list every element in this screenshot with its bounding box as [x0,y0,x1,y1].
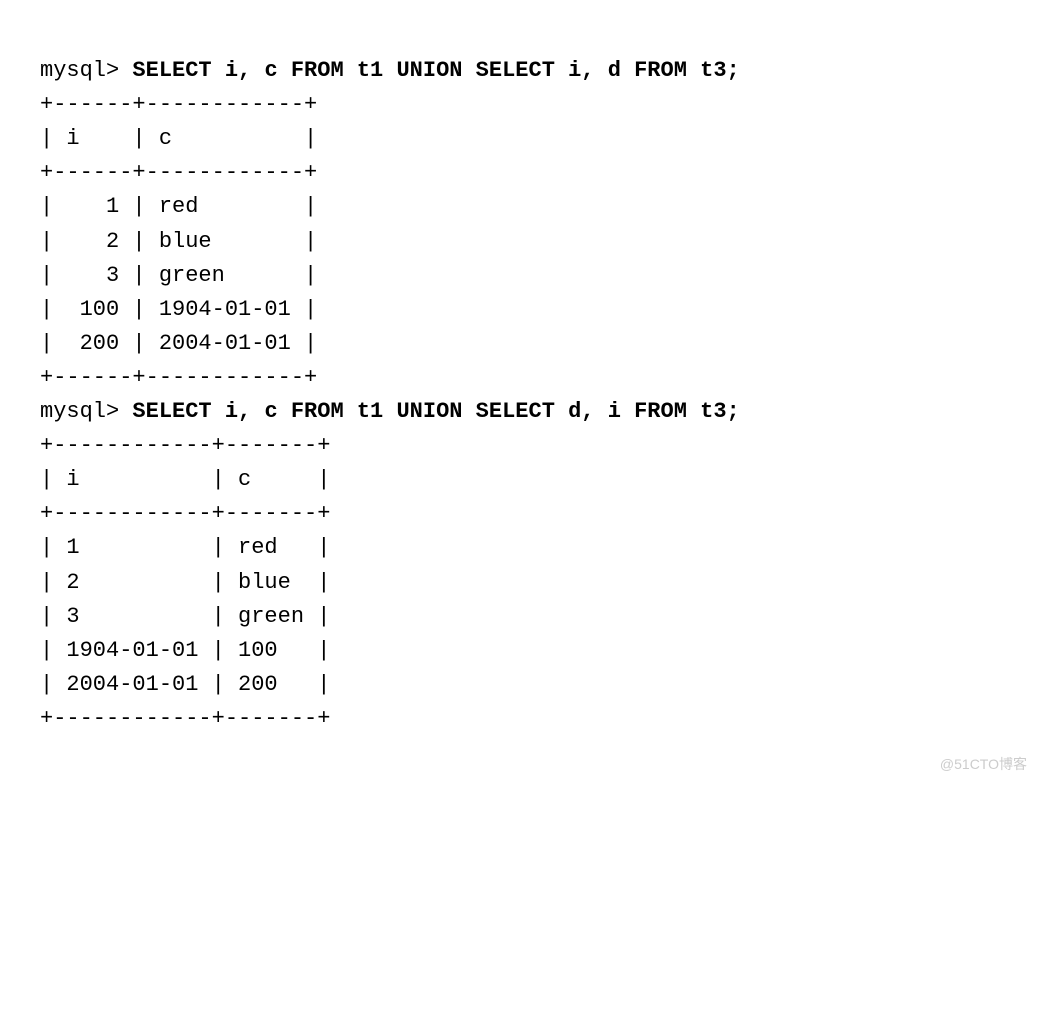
table1-row-2: | 3 | green | [40,263,317,288]
table1-border-bot: +------+------------+ [40,365,317,390]
table2-row-3: | 1904-01-01 | 100 | [40,638,330,663]
prompt-1: mysql> [40,58,132,83]
table2-border-bot: +------------+-------+ [40,706,330,731]
table2-header: | i | c | [40,467,330,492]
table1-header: | i | c | [40,126,317,151]
table1-border-mid: +------+------------+ [40,160,317,185]
table2-row-1: | 2 | blue | [40,570,330,595]
table2-row-4: | 2004-01-01 | 200 | [40,672,330,697]
table1-row-0: | 1 | red | [40,194,317,219]
table1-row-3: | 100 | 1904-01-01 | [40,297,317,322]
table2-row-2: | 3 | green | [40,604,330,629]
table2-border-top: +------------+-------+ [40,433,330,458]
watermark-text: @51CTO博客 [940,754,1027,776]
query-2: SELECT i, c FROM t1 UNION SELECT d, i FR… [132,399,739,424]
table1-row-4: | 200 | 2004-01-01 | [40,331,317,356]
table2-row-0: | 1 | red | [40,535,330,560]
prompt-2: mysql> [40,399,132,424]
table1-row-1: | 2 | blue | [40,229,317,254]
terminal-output: mysql> SELECT i, c FROM t1 UNION SELECT … [40,54,1007,736]
query-1: SELECT i, c FROM t1 UNION SELECT i, d FR… [132,58,739,83]
table1-border-top: +------+------------+ [40,92,317,117]
table2-border-mid: +------------+-------+ [40,501,330,526]
